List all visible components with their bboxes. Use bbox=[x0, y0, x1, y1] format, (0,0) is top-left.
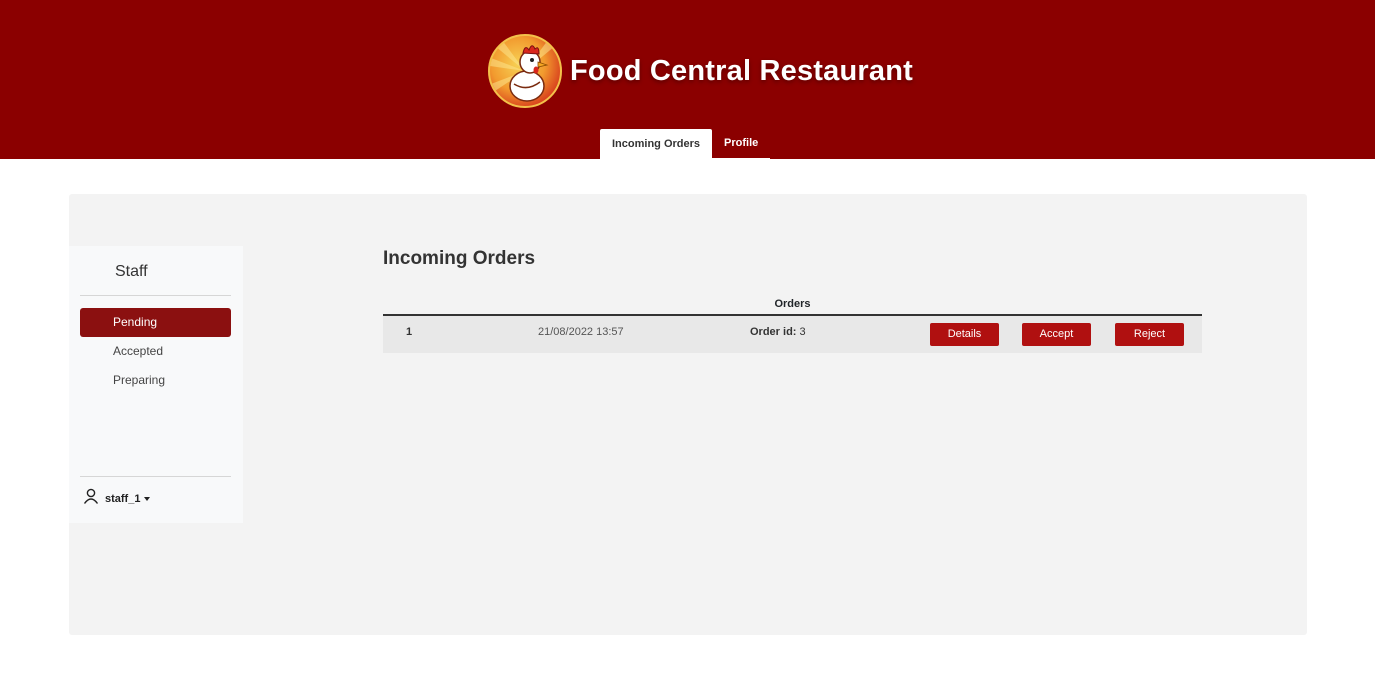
order-id-label: Order id: bbox=[750, 326, 797, 338]
table-row: 1 21/08/2022 13:57 Order id: 3 Details A… bbox=[383, 316, 1202, 353]
order-id-value: 3 bbox=[799, 326, 806, 338]
sidebar: Staff Pending Accepted Preparing staff_1 bbox=[69, 246, 243, 523]
sidebar-item-pending[interactable]: Pending bbox=[80, 308, 231, 337]
sidebar-item-accepted[interactable]: Accepted bbox=[80, 337, 231, 366]
sidebar-title: Staff bbox=[115, 263, 148, 280]
tab-profile[interactable]: Profile bbox=[712, 129, 771, 159]
site-header: Food Central Restaurant Incoming Orders … bbox=[0, 0, 1375, 159]
brand[interactable]: Food Central Restaurant bbox=[488, 34, 913, 108]
table-header: Orders bbox=[383, 292, 1202, 316]
page-title: Incoming Orders bbox=[383, 248, 536, 269]
sidebar-divider bbox=[80, 476, 231, 477]
reject-button[interactable]: Reject bbox=[1115, 323, 1184, 346]
sidebar-divider bbox=[80, 295, 231, 296]
orders-table: Orders 1 21/08/2022 13:57 Order id: 3 De… bbox=[383, 292, 1202, 353]
chicken-logo-icon bbox=[488, 34, 562, 108]
order-datetime: 21/08/2022 13:57 bbox=[538, 326, 624, 338]
app-title: Food Central Restaurant bbox=[570, 54, 913, 87]
chevron-down-icon bbox=[144, 497, 151, 501]
tab-incoming-orders[interactable]: Incoming Orders bbox=[600, 129, 713, 159]
order-id: Order id: 3 bbox=[750, 326, 806, 338]
user-menu[interactable]: staff_1 bbox=[83, 488, 151, 509]
user-name: staff_1 bbox=[105, 492, 141, 505]
top-nav: Incoming Orders Profile bbox=[600, 129, 771, 159]
order-index: 1 bbox=[406, 326, 413, 338]
sidebar-item-preparing[interactable]: Preparing bbox=[80, 366, 231, 395]
accept-button[interactable]: Accept bbox=[1022, 323, 1091, 346]
details-button[interactable]: Details bbox=[930, 323, 999, 346]
content-panel: Staff Pending Accepted Preparing staff_1… bbox=[69, 194, 1307, 635]
user-icon bbox=[83, 488, 99, 509]
